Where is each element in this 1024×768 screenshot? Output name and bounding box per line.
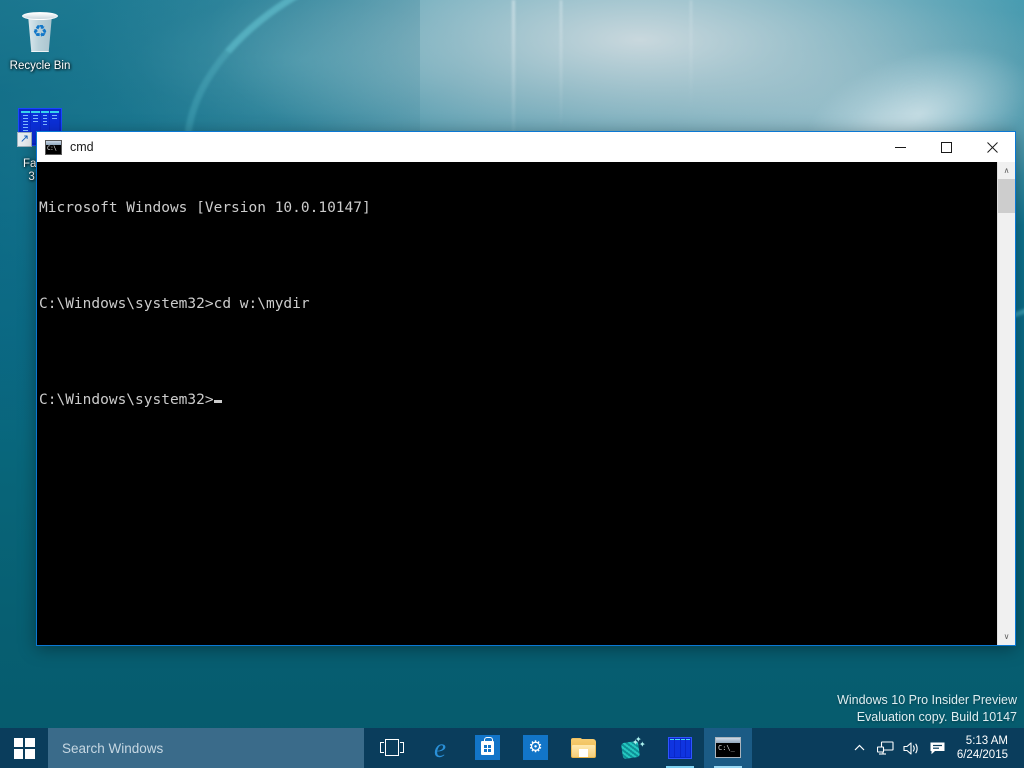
volume-icon[interactable]	[899, 728, 925, 768]
console-scrollbar[interactable]: ∧ ∨	[997, 162, 1015, 645]
maximize-button[interactable]	[923, 132, 969, 162]
system-tray: 5:13 AM 6/24/2015	[847, 728, 1024, 768]
clock[interactable]: 5:13 AM 6/24/2015	[951, 734, 1018, 762]
gear-icon: ⚙	[523, 735, 549, 761]
window-controls	[877, 132, 1015, 162]
cmd-console-icon: C:\	[45, 139, 62, 155]
window-title: cmd	[70, 140, 94, 154]
console-prompt: C:\Windows\system32>	[39, 392, 214, 408]
window-titlebar[interactable]: C:\ cmd	[37, 132, 1015, 162]
taskbar-item-cmd[interactable]: C:\_	[704, 728, 752, 768]
store-icon	[475, 735, 501, 761]
taskbar-items: e ⚙ ✦ ✦ ✦ C:\_	[368, 728, 752, 768]
desktop-icon-recycle-bin[interactable]: ♻ Recycle Bin	[2, 8, 78, 73]
scroll-up-button[interactable]: ∧	[998, 162, 1015, 179]
console-prompt-line: C:\Windows\system32>	[39, 392, 997, 408]
shortcut-arrow-icon: ↗	[17, 132, 32, 147]
taskbar-item-far-manager[interactable]	[656, 728, 704, 768]
clock-date: 6/24/2015	[956, 749, 1008, 761]
action-center-icon[interactable]	[925, 728, 951, 768]
console-output[interactable]: Microsoft Windows [Version 10.0.10147] C…	[37, 162, 997, 645]
minimize-button[interactable]	[877, 132, 923, 162]
scrollbar-thumb[interactable]	[998, 179, 1015, 213]
console-area[interactable]: Microsoft Windows [Version 10.0.10147] C…	[37, 162, 1015, 645]
taskbar-item-teal-app[interactable]: ✦ ✦ ✦	[608, 728, 656, 768]
cmd-console-icon: C:\_	[715, 735, 741, 761]
taskbar-item-microsoft-edge[interactable]: e	[416, 728, 464, 768]
desktop-icon-label: Recycle Bin	[9, 60, 71, 72]
wallpaper-streak-3	[690, 0, 692, 110]
console-caret	[213, 400, 222, 403]
show-hidden-icons-button[interactable]	[847, 728, 873, 768]
wallpaper-streak-2	[560, 0, 562, 130]
search-input[interactable]: Search Windows	[48, 728, 364, 768]
watermark-line-1: Windows 10 Pro Insider Preview	[837, 693, 1017, 707]
taskbar-item-settings[interactable]: ⚙	[512, 728, 560, 768]
scrollbar-track[interactable]	[998, 179, 1015, 628]
watermark-line-2: Evaluation copy. Build 10147	[856, 710, 1017, 724]
scroll-down-button[interactable]: ∨	[998, 628, 1015, 645]
taskbar-item-task-view[interactable]	[368, 728, 416, 768]
console-line: Microsoft Windows [Version 10.0.10147]	[39, 200, 371, 216]
task-view-icon	[379, 735, 405, 761]
close-button[interactable]	[969, 132, 1015, 162]
console-line: C:\Windows\system32>cd w:\mydir	[39, 296, 310, 312]
wallpaper-streak-1	[512, 0, 515, 150]
far-manager-icon	[667, 735, 693, 761]
start-button[interactable]	[0, 728, 48, 768]
network-icon[interactable]	[873, 728, 899, 768]
evaluation-watermark: Windows 10 Pro Insider Preview Evaluatio…	[837, 692, 1017, 726]
desktop-screen: ♻ Recycle Bin ↗ Far M 3 ... C:\ cmd	[0, 0, 1024, 768]
edge-icon: e	[434, 733, 446, 763]
teal-app-icon: ✦ ✦ ✦	[619, 735, 646, 761]
taskbar-item-store[interactable]	[464, 728, 512, 768]
window-title-area: C:\ cmd	[37, 132, 877, 162]
taskbar-item-file-explorer[interactable]	[560, 728, 608, 768]
taskbar-spacer	[752, 728, 847, 768]
cmd-window[interactable]: C:\ cmd Microsoft Windows [Version 10.0.…	[36, 131, 1016, 646]
folder-icon	[571, 735, 597, 761]
windows-logo-icon	[13, 737, 35, 759]
taskbar: Search Windows e ⚙ ✦ ✦ ✦ C:\_ 5:13 AM 6/…	[0, 728, 1024, 768]
clock-time: 5:13 AM	[965, 735, 1008, 747]
search-placeholder: Search Windows	[62, 740, 164, 756]
recycle-bin-icon: ♻	[16, 8, 64, 56]
